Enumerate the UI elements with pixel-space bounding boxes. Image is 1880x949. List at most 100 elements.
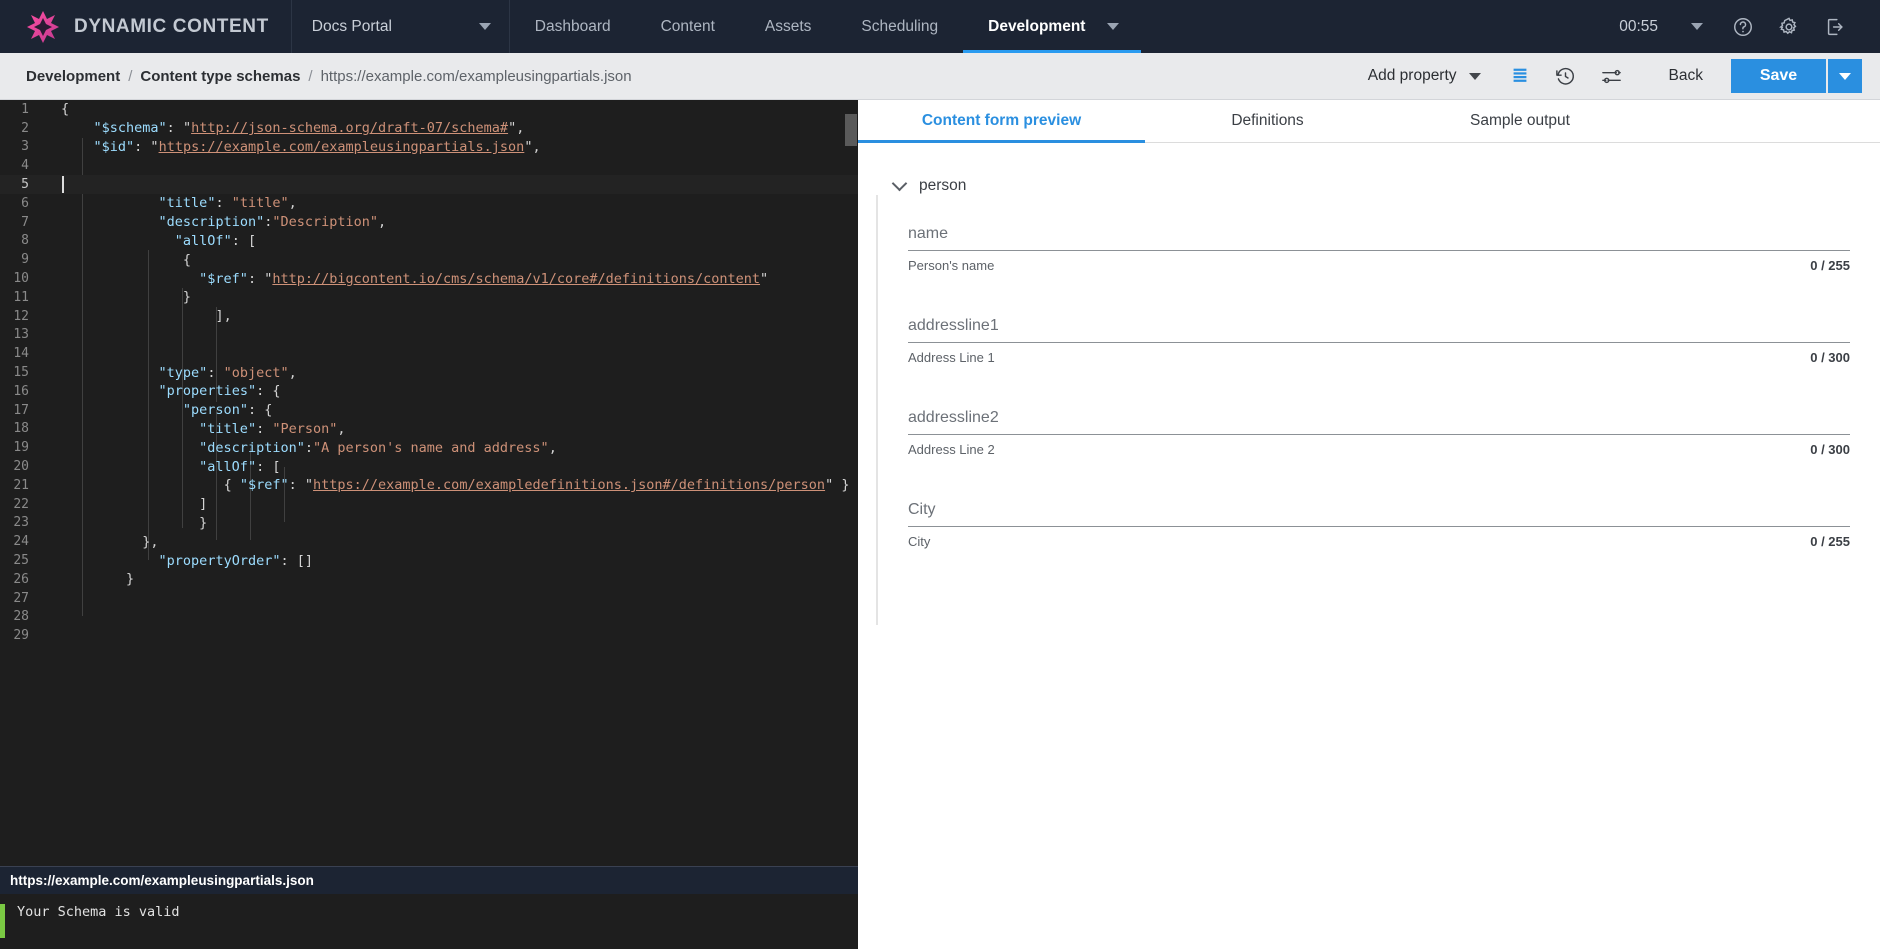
code-line[interactable]: 7 "description":"Description", <box>0 213 858 232</box>
list-lines-icon[interactable] <box>1497 53 1543 100</box>
nav-tab-dashboard[interactable]: Dashboard <box>510 0 636 53</box>
code-token-url[interactable]: https://example.com/exampledefinitions.j… <box>313 477 825 493</box>
code-token-punc: } <box>199 514 208 531</box>
code-line[interactable]: 4 <box>0 156 858 175</box>
code-token-punc: ] <box>199 496 208 513</box>
code-line[interactable]: 28 <box>0 608 858 627</box>
code-token-punc: { <box>223 477 240 494</box>
breadcrumb-section[interactable]: Content type schemas <box>140 68 300 85</box>
code-editor[interactable]: 1{2 "$schema": "http://json-schema.org/d… <box>0 100 858 866</box>
code-line[interactable]: 25 "propertyOrder": [] <box>0 551 858 570</box>
code-line[interactable]: 20 "allOf": [ <box>0 457 858 476</box>
tab-content-form-preview[interactable]: Content form preview <box>858 100 1145 143</box>
code-token-url[interactable]: http://json-schema.org/draft-07/schema# <box>191 120 508 136</box>
code-line[interactable]: 9 { <box>0 250 858 269</box>
code-token-str: "Description" <box>272 214 379 231</box>
scrollbar-thumb[interactable] <box>845 114 857 146</box>
code-token-key: "description" <box>158 214 265 231</box>
line-number: 28 <box>13 609 29 625</box>
code-token-key: "title" <box>158 195 216 212</box>
code-token-url[interactable]: https://example.com/exampleusingpartials… <box>159 139 525 155</box>
save-button[interactable]: Save <box>1731 59 1826 93</box>
code-token-punc: ], <box>215 308 232 325</box>
code-line[interactable]: 3 "$id": "https://example.com/exampleusi… <box>0 138 858 157</box>
back-button[interactable]: Back <box>1635 67 1731 85</box>
code-text: } <box>45 571 858 587</box>
code-text: "$schema": "http://json-schema.org/draft… <box>45 120 858 136</box>
form-field: City City 0 / 255 <box>858 501 1880 549</box>
preview-tab-bar: Content form preview Definitions Sample … <box>858 100 1880 143</box>
line-number: 3 <box>21 139 29 155</box>
code-text: "allOf": [ <box>45 233 858 249</box>
tab-sample-output[interactable]: Sample output <box>1390 100 1650 142</box>
code-token-punc: : <box>256 420 273 437</box>
vertical-scrollbar[interactable] <box>844 100 858 866</box>
field-hint: City <box>908 534 931 549</box>
code-text: { "$ref": "https://example.com/examplede… <box>45 477 858 493</box>
code-line[interactable]: 5 <box>0 175 858 194</box>
site-selector[interactable]: Docs Portal <box>292 0 510 53</box>
code-token-str: "A person's name and address" <box>312 439 549 456</box>
history-clock-icon[interactable] <box>1543 53 1589 100</box>
code-line[interactable]: 8 "allOf": [ <box>0 232 858 251</box>
code-token-key: "allOf" <box>199 458 257 475</box>
line-number: 10 <box>13 271 29 287</box>
code-line[interactable]: 24 }, <box>0 532 858 551</box>
code-line[interactable]: 1{ <box>0 100 858 119</box>
nav-tab-assets[interactable]: Assets <box>740 0 837 53</box>
code-line[interactable]: 16 "properties": { <box>0 382 858 401</box>
logout-icon[interactable] <box>1812 0 1858 53</box>
line-number: 24 <box>13 534 29 550</box>
tab-label: Sample output <box>1470 112 1570 129</box>
nav-tab-content[interactable]: Content <box>636 0 740 53</box>
help-circle-icon[interactable] <box>1720 0 1766 53</box>
add-property-button[interactable]: Add property <box>1352 67 1497 85</box>
form-group-person[interactable]: person <box>858 175 1880 195</box>
code-line[interactable]: 29 <box>0 626 858 645</box>
code-line[interactable]: 27 <box>0 589 858 608</box>
code-line[interactable]: 11 } <box>0 288 858 307</box>
code-line[interactable]: 12 ], <box>0 307 858 326</box>
code-line[interactable]: 26 } <box>0 570 858 589</box>
code-token-url[interactable]: http://bigcontent.io/cms/schema/v1/core#… <box>272 271 760 287</box>
code-token-punc: : [ <box>256 458 281 475</box>
json-editor-pane: 1{2 "$schema": "http://json-schema.org/d… <box>0 100 858 949</box>
nav-tab-development[interactable]: Development <box>963 0 1100 53</box>
code-token-punc: : <box>215 195 232 212</box>
code-line[interactable]: 17 "person": { <box>0 401 858 420</box>
breadcrumb-root[interactable]: Development <box>26 68 120 85</box>
code-text: } <box>45 515 858 531</box>
line-number: 14 <box>13 346 29 362</box>
code-line[interactable]: 18 "title": "Person", <box>0 420 858 439</box>
field-meta: Address Line 2 0 / 300 <box>908 435 1850 457</box>
code-line[interactable]: 2 "$schema": "http://json-schema.org/dra… <box>0 119 858 138</box>
save-dropdown-button[interactable] <box>1828 59 1862 93</box>
clock-dropdown[interactable] <box>1674 0 1720 53</box>
gear-icon[interactable] <box>1766 0 1812 53</box>
line-number: 8 <box>21 233 29 249</box>
field-input-addressline1[interactable]: addressline1 <box>908 317 1850 343</box>
field-input-city[interactable]: City <box>908 501 1850 527</box>
code-token-punc: , <box>337 420 346 437</box>
field-input-addressline2[interactable]: addressline2 <box>908 409 1850 435</box>
code-line[interactable]: 10 "$ref": "http://bigcontent.io/cms/sch… <box>0 269 858 288</box>
code-line[interactable]: 6 "title": "title", <box>0 194 858 213</box>
line-number: 16 <box>13 383 29 399</box>
nav-tab-scheduling[interactable]: Scheduling <box>836 0 963 53</box>
nav-overflow-dropdown[interactable] <box>1069 0 1142 53</box>
line-number: 11 <box>13 289 29 305</box>
field-input-name[interactable]: name <box>908 225 1850 251</box>
code-line[interactable]: 13 <box>0 326 858 345</box>
tab-definitions[interactable]: Definitions <box>1145 100 1390 142</box>
code-line[interactable]: 22 ] <box>0 495 858 514</box>
code-line[interactable]: 15 "type": "object", <box>0 363 858 382</box>
code-line[interactable]: 14 <box>0 344 858 363</box>
sliders-icon[interactable] <box>1589 53 1635 100</box>
code-line[interactable]: 23 } <box>0 514 858 533</box>
code-token-punc: : [ <box>231 232 257 249</box>
code-line[interactable]: 21 { "$ref": "https://example.com/exampl… <box>0 476 858 495</box>
line-number: 20 <box>13 459 29 475</box>
chevron-down-icon[interactable] <box>891 175 908 192</box>
code-line[interactable]: 19 "description":"A person's name and ad… <box>0 438 858 457</box>
line-number: 7 <box>21 214 29 230</box>
